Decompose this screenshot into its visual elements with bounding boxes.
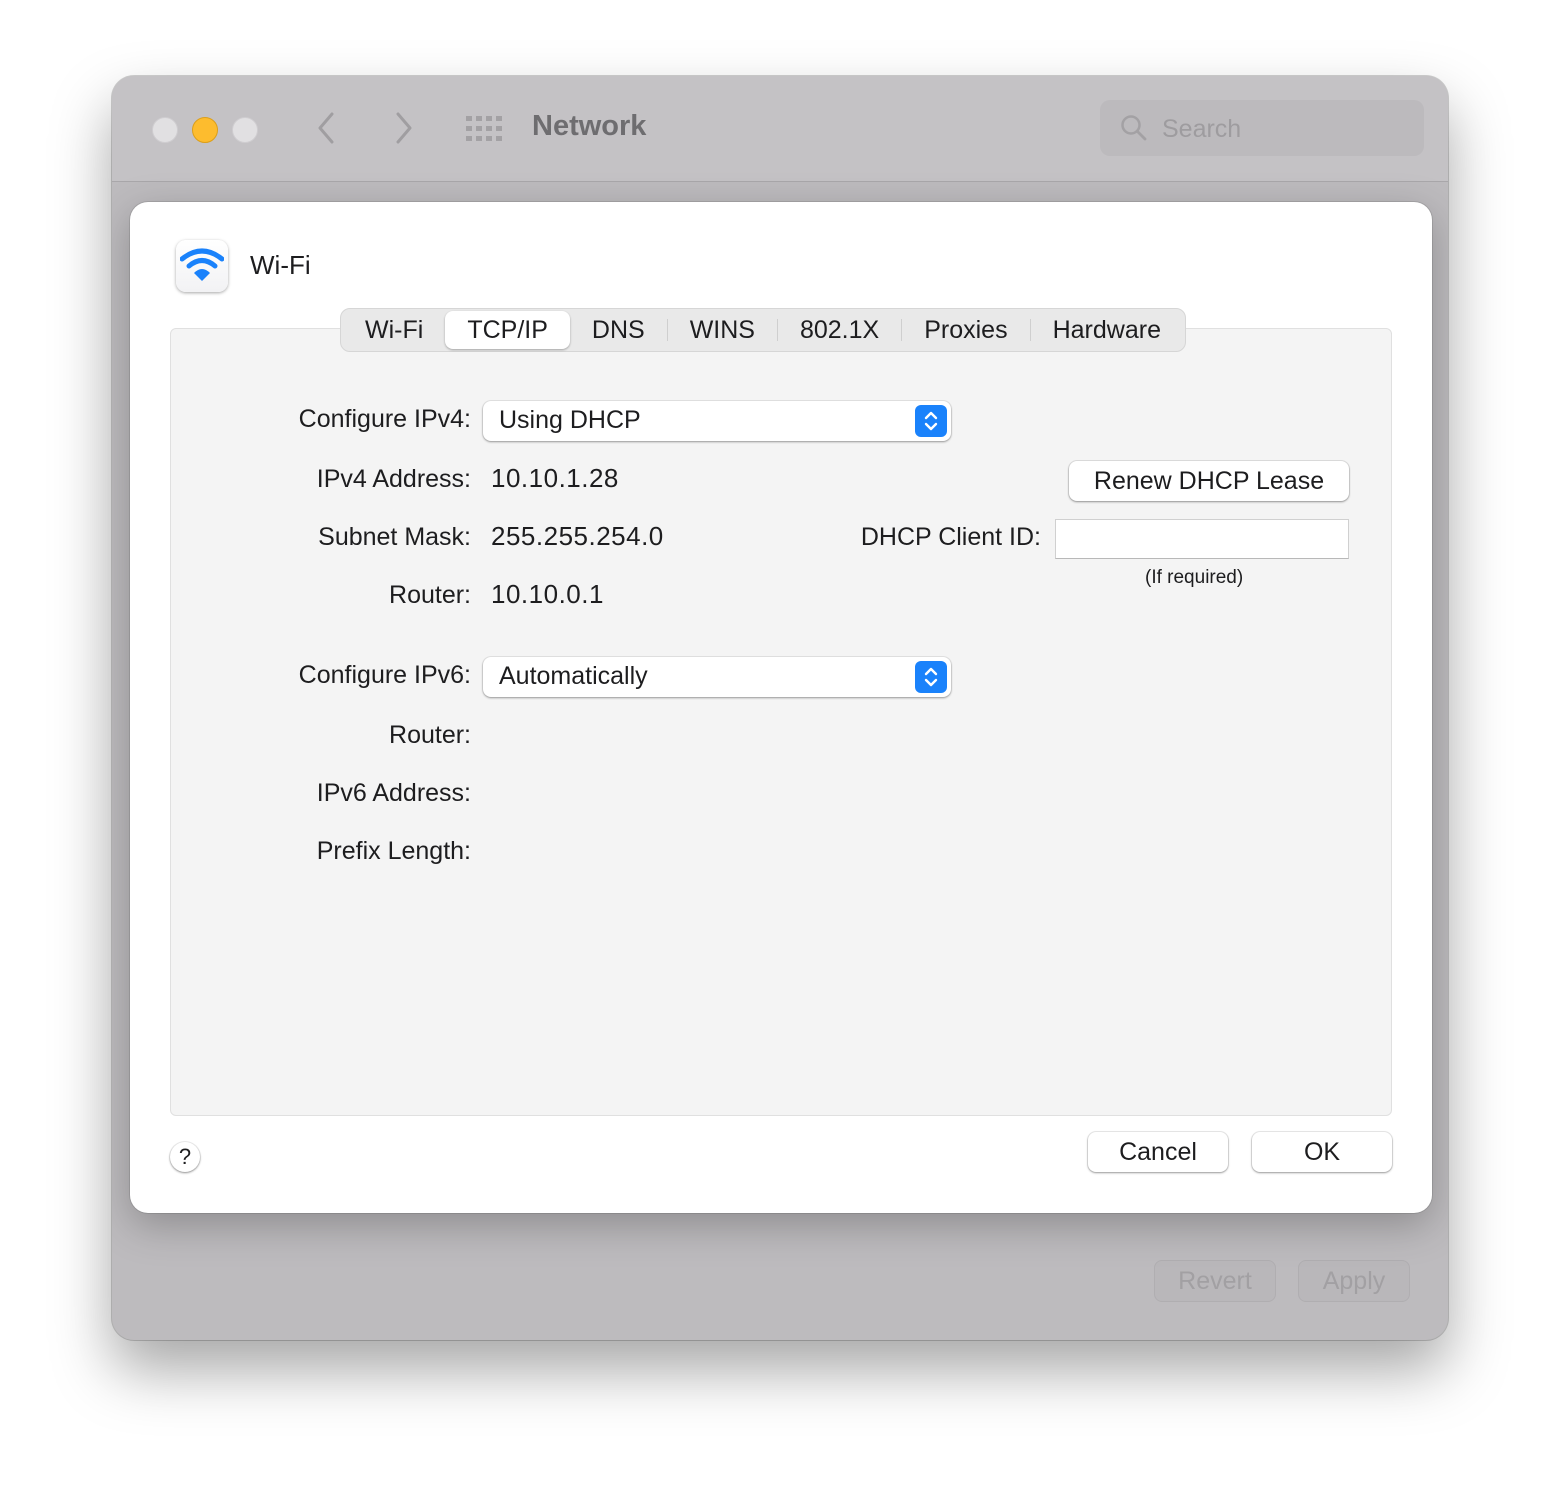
ok-button[interactable]: OK	[1252, 1132, 1392, 1172]
apply-button[interactable]: Apply	[1298, 1260, 1410, 1302]
ipv6-router-label: Router:	[389, 721, 471, 749]
grid-icon	[466, 116, 502, 141]
configure-ipv4-label: Configure IPv4:	[298, 405, 471, 433]
forward-button[interactable]	[388, 108, 418, 148]
back-button[interactable]	[312, 108, 342, 148]
configure-ipv4-popup[interactable]: Using DHCP	[483, 401, 951, 441]
tab-bar: Wi-Fi TCP/IP DNS WINS 802.1X Proxies Har…	[340, 308, 1186, 352]
wifi-icon	[180, 248, 224, 281]
tab-8021x[interactable]: 802.1X	[778, 311, 901, 349]
tab-proxies[interactable]: Proxies	[902, 311, 1029, 349]
popup-stepper-icon	[915, 661, 947, 693]
tab-wifi[interactable]: Wi-Fi	[343, 311, 445, 349]
dhcp-client-id-field[interactable]	[1055, 519, 1349, 559]
tab-wins[interactable]: WINS	[668, 311, 777, 349]
title-bar: Network	[112, 76, 1448, 182]
close-button[interactable]	[152, 117, 178, 143]
configure-ipv6-label: Configure IPv6:	[298, 661, 471, 689]
tab-dns[interactable]: DNS	[570, 311, 667, 349]
search-field[interactable]	[1100, 100, 1424, 156]
minimize-button[interactable]	[192, 117, 218, 143]
cancel-button[interactable]: Cancel	[1088, 1132, 1228, 1172]
popup-stepper-icon	[915, 405, 947, 437]
configure-ipv4-value: Using DHCP	[499, 406, 641, 434]
ipv4-router-value: 10.10.0.1	[491, 579, 604, 609]
zoom-button[interactable]	[232, 117, 258, 143]
ipv4-router-label: Router:	[389, 581, 471, 609]
show-all-button[interactable]	[466, 116, 502, 142]
renew-dhcp-lease-button[interactable]: Renew DHCP Lease	[1069, 461, 1349, 501]
dhcp-client-id-hint: (If required)	[1145, 567, 1244, 588]
subnet-mask-label: Subnet Mask:	[318, 523, 471, 551]
tab-tcpip[interactable]: TCP/IP	[445, 311, 570, 349]
revert-button[interactable]: Revert	[1154, 1260, 1276, 1302]
prefix-length-label: Prefix Length:	[316, 837, 471, 865]
search-icon	[1121, 115, 1147, 141]
help-button[interactable]: ?	[170, 1142, 200, 1172]
configure-ipv6-popup[interactable]: Automatically	[483, 657, 951, 697]
chevron-right-icon	[396, 112, 412, 144]
search-input[interactable]	[1160, 112, 1404, 146]
service-name: Wi-Fi	[250, 250, 311, 280]
window-title: Network	[532, 110, 647, 142]
chevron-left-icon	[318, 112, 334, 144]
ipv6-address-label: IPv6 Address:	[316, 779, 471, 807]
settings-panel: Configure IPv4: Using DHCP IPv4 Address:…	[170, 328, 1392, 1116]
ipv4-address-label: IPv4 Address:	[316, 465, 471, 493]
service-icon	[176, 240, 228, 292]
subnet-mask-value: 255.255.254.0	[491, 521, 664, 551]
ipv4-address-value: 10.10.1.28	[491, 463, 619, 493]
tcpip-sheet: Wi-Fi Configure IPv4: Using DHCP IPv4 Ad…	[130, 202, 1432, 1213]
dhcp-client-id-label: DHCP Client ID:	[860, 523, 1041, 551]
tab-hardware[interactable]: Hardware	[1031, 311, 1183, 349]
network-preferences-window: Network Revert Apply Wi-Fi Configure IPv…	[112, 76, 1448, 1340]
configure-ipv6-value: Automatically	[499, 662, 648, 690]
